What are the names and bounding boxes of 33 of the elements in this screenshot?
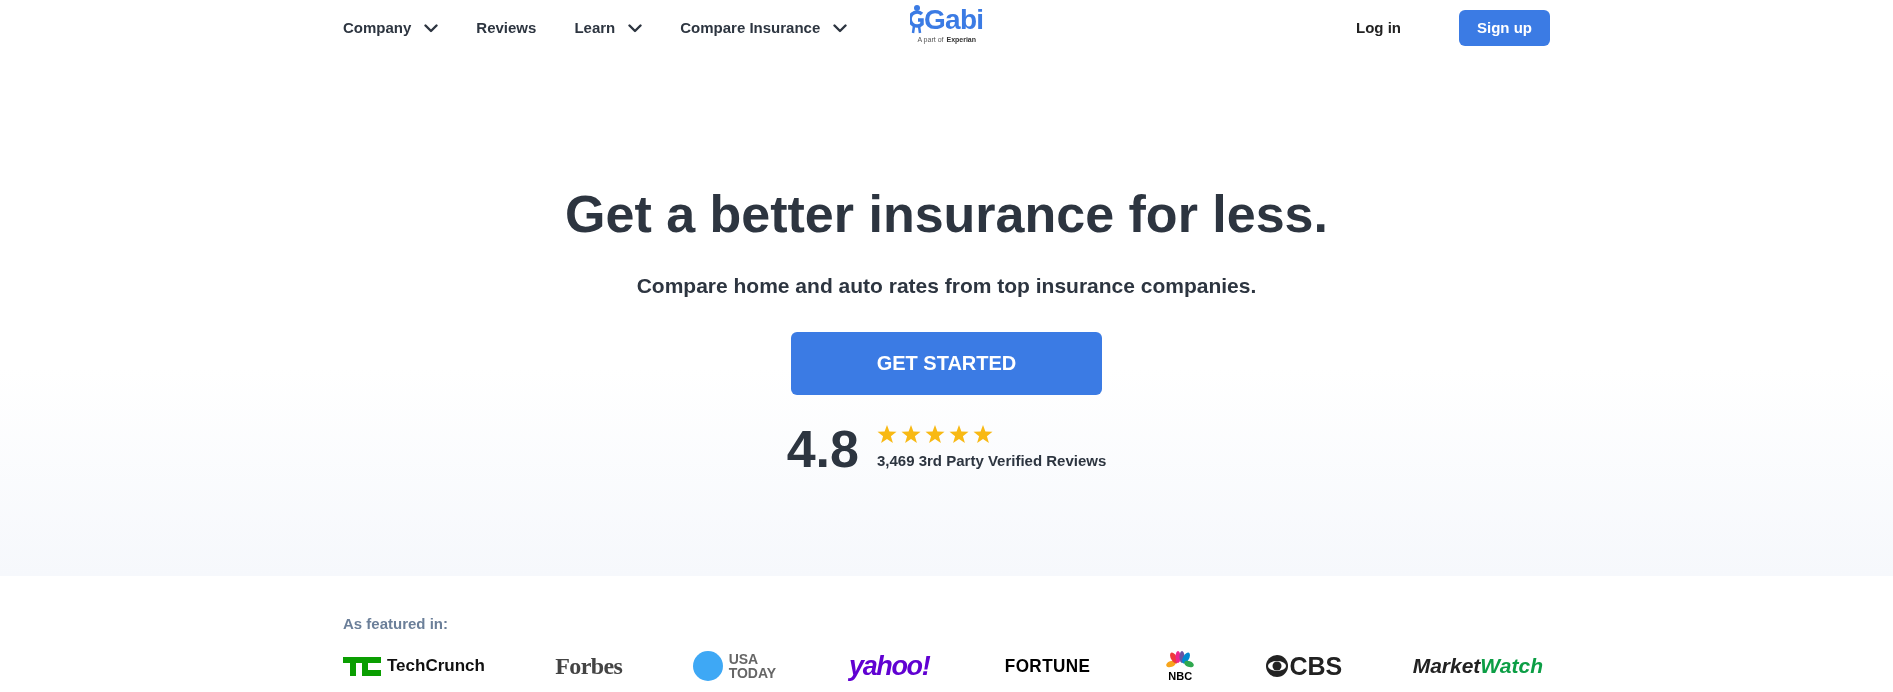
logo-wordmark[interactable]: Gabi [924, 6, 984, 34]
eye-icon [1265, 655, 1288, 677]
nav-menu-item[interactable]: Company [343, 16, 439, 40]
mascot-icon [910, 4, 924, 34]
tc-mark-icon [343, 656, 381, 676]
star-icon [949, 424, 969, 444]
media-logo: CBS [1289, 653, 1343, 679]
login-link[interactable]: Log in [1356, 16, 1401, 40]
media-logo: FORTUNE [1004, 653, 1091, 678]
media-logo: MarketWatch [1412, 653, 1543, 680]
nav-menu-item[interactable]: Learn [574, 16, 643, 40]
review-count: 3,469 3rd Party Verified Reviews [877, 450, 1107, 471]
star-icon [973, 424, 993, 444]
chevron-down-icon [833, 23, 848, 33]
signup-button[interactable]: Sign up [1459, 10, 1550, 46]
circle-icon [692, 651, 723, 681]
media-logo: yahoo! [848, 649, 930, 683]
chevron-down-icon [424, 23, 439, 33]
star-icon [901, 424, 921, 444]
chevron-down-icon [628, 23, 643, 33]
media-logo: TechCrunch [387, 655, 485, 678]
media-logo: NBC [1168, 670, 1193, 682]
hero-subtitle: Compare home and auto rates from top insurance companies. [636, 273, 1257, 299]
nav-menu-item[interactable]: Compare Insurance [680, 16, 848, 40]
rating-score: 4.8 [786, 422, 859, 475]
nav-menu-item[interactable]: Reviews [476, 16, 537, 40]
media-logo: Forbes [555, 652, 623, 681]
media-logo: USA TODAY [728, 652, 778, 680]
get-started-button[interactable]: GET STARTED [791, 331, 1102, 395]
star-icon [877, 424, 897, 444]
featured-heading: As featured in: [343, 614, 448, 634]
hero-title: Get a better insurance for less. [565, 188, 1328, 240]
star-icon [925, 424, 945, 444]
